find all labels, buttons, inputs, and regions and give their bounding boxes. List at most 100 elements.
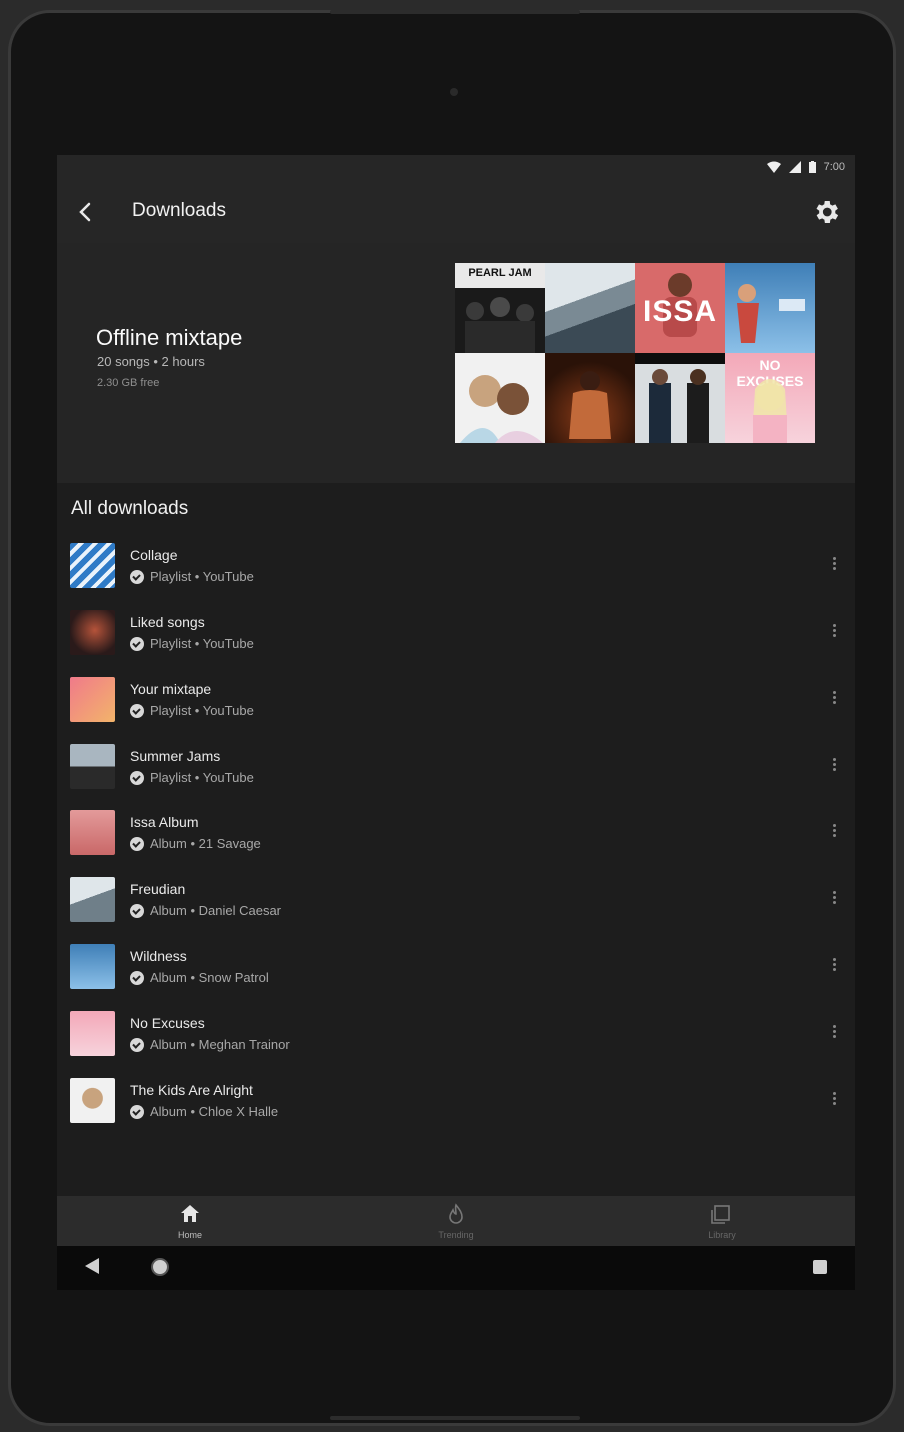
system-recents-icon[interactable]: [813, 1260, 827, 1274]
wifi-icon: [766, 161, 781, 173]
storage-free: 2.30 GB free: [97, 377, 160, 389]
app-bar: Downloads: [57, 183, 855, 243]
nav-tab-trending[interactable]: Trending: [323, 1196, 589, 1246]
item-subtitle-row: Album • Daniel Caesar: [130, 903, 281, 918]
list-item[interactable]: Freudian Album • Daniel Caesar: [57, 869, 855, 929]
home-icon: [181, 1205, 199, 1222]
front-camera: [450, 88, 458, 96]
cover-1-art: [465, 297, 535, 353]
item-subtitle-row: Album • Chloe X Halle: [130, 1104, 278, 1119]
cover-3-label: ISSA: [642, 295, 718, 328]
downloaded-check-icon: [130, 1037, 144, 1052]
library-icon: [711, 1205, 730, 1224]
cover-6-art: [569, 371, 611, 439]
device-top-edge: [330, 10, 580, 14]
status-time: 7:00: [823, 161, 845, 173]
cover-5: [455, 353, 545, 443]
mixtape-header[interactable]: Offline mixtape 20 songs • 2 hours 2.30 …: [57, 243, 855, 483]
item-thumbnail: [70, 677, 115, 722]
cover-8: NO EXCUSES: [725, 353, 815, 443]
system-back-icon[interactable]: [85, 1258, 99, 1274]
cover-7: [635, 353, 725, 443]
list-item[interactable]: The Kids Are Alright Album • Chloe X Hal…: [57, 1070, 855, 1130]
item-title: Your mixtape: [130, 681, 212, 697]
item-subtitle-row: Playlist • YouTube: [130, 569, 254, 584]
downloaded-check-icon: [130, 1104, 144, 1119]
item-thumbnail: [70, 1078, 115, 1123]
item-title: Wildness: [130, 948, 187, 964]
cover-4: [725, 263, 815, 353]
flame-icon: [449, 1203, 463, 1224]
battery-icon: [808, 161, 816, 173]
page-title: Downloads: [132, 200, 226, 221]
downloaded-check-icon: [130, 569, 144, 584]
nav-label-library: Library: [708, 1230, 736, 1240]
item-subtitle: Playlist • YouTube: [150, 569, 254, 584]
downloaded-check-icon: [130, 770, 144, 785]
list-item[interactable]: Wildness Album • Snow Patrol: [57, 936, 855, 996]
item-subtitle-row: Playlist • YouTube: [130, 703, 254, 718]
cover-4-art: [737, 284, 805, 343]
nav-label-home: Home: [177, 1230, 202, 1240]
item-subtitle: Album • Meghan Trainor: [150, 1037, 290, 1052]
list-item[interactable]: Liked songs Playlist • YouTube: [57, 602, 855, 662]
more-vert-icon[interactable]: [831, 622, 837, 642]
item-title: Liked songs: [130, 614, 205, 630]
system-navigation-bar: [57, 1246, 855, 1290]
nav-label-trending: Trending: [438, 1230, 474, 1240]
list-item[interactable]: Your mixtape Playlist • YouTube: [57, 669, 855, 729]
nav-tab-home[interactable]: Home: [57, 1196, 323, 1246]
cover-5-art: [460, 375, 543, 443]
item-thumbnail: [70, 1011, 115, 1056]
album-art-grid: PEARL JAM ISSA NO: [455, 263, 815, 443]
more-vert-icon[interactable]: [831, 689, 837, 709]
system-home-icon[interactable]: [151, 1258, 169, 1276]
item-thumbnail: [70, 543, 115, 588]
more-vert-icon[interactable]: [831, 822, 837, 842]
item-subtitle-row: Playlist • YouTube: [130, 636, 254, 651]
status-bar: 7:00: [57, 155, 855, 183]
back-arrow-icon[interactable]: [71, 197, 101, 227]
more-vert-icon[interactable]: [831, 555, 837, 575]
item-subtitle-row: Album • Snow Patrol: [130, 970, 269, 985]
item-subtitle: Album • Snow Patrol: [150, 970, 269, 985]
more-vert-icon[interactable]: [831, 1023, 837, 1043]
cover-1: PEARL JAM: [455, 263, 545, 353]
more-vert-icon[interactable]: [831, 756, 837, 776]
item-thumbnail: [70, 877, 115, 922]
downloaded-check-icon: [130, 970, 144, 985]
item-title: Summer Jams: [130, 748, 221, 764]
item-thumbnail: [70, 944, 115, 989]
more-vert-icon[interactable]: [831, 889, 837, 909]
list-item[interactable]: Issa Album Album • 21 Savage: [57, 802, 855, 862]
more-vert-icon[interactable]: [831, 1090, 837, 1110]
item-thumbnail: [70, 610, 115, 655]
nav-tab-library[interactable]: Library: [589, 1196, 855, 1246]
downloaded-check-icon: [130, 836, 144, 851]
device-bottom-edge: [330, 1416, 580, 1420]
item-thumbnail: [70, 810, 115, 855]
list-item[interactable]: Summer Jams Playlist • YouTube: [57, 736, 855, 796]
item-subtitle: Album • Daniel Caesar: [150, 903, 281, 918]
downloaded-check-icon: [130, 903, 144, 918]
cellular-icon: [788, 161, 801, 173]
item-title: Collage: [130, 547, 178, 563]
cover-3: ISSA: [635, 263, 725, 353]
item-subtitle: Playlist • YouTube: [150, 770, 254, 785]
mixtape-title: Offline mixtape: [96, 325, 243, 350]
list-item[interactable]: Collage Playlist • YouTube: [57, 535, 855, 595]
downloaded-check-icon: [130, 703, 144, 718]
mixtape-subtitle: 20 songs • 2 hours: [97, 354, 205, 369]
cover-6: [545, 353, 635, 443]
item-subtitle: Playlist • YouTube: [150, 703, 254, 718]
section-title: All downloads: [71, 498, 189, 519]
status-icons: 7:00: [766, 161, 845, 173]
cover-7-art: [649, 369, 709, 443]
screen: 7:00 Downloads Offline mixtape 20 songs …: [57, 155, 855, 1290]
list-item[interactable]: No Excuses Album • Meghan Trainor: [57, 1003, 855, 1063]
item-subtitle: Album • Chloe X Halle: [150, 1104, 279, 1119]
gear-icon[interactable]: [811, 197, 841, 227]
item-subtitle: Playlist • YouTube: [150, 636, 254, 651]
more-vert-icon[interactable]: [831, 956, 837, 976]
cover-2: [545, 263, 635, 353]
